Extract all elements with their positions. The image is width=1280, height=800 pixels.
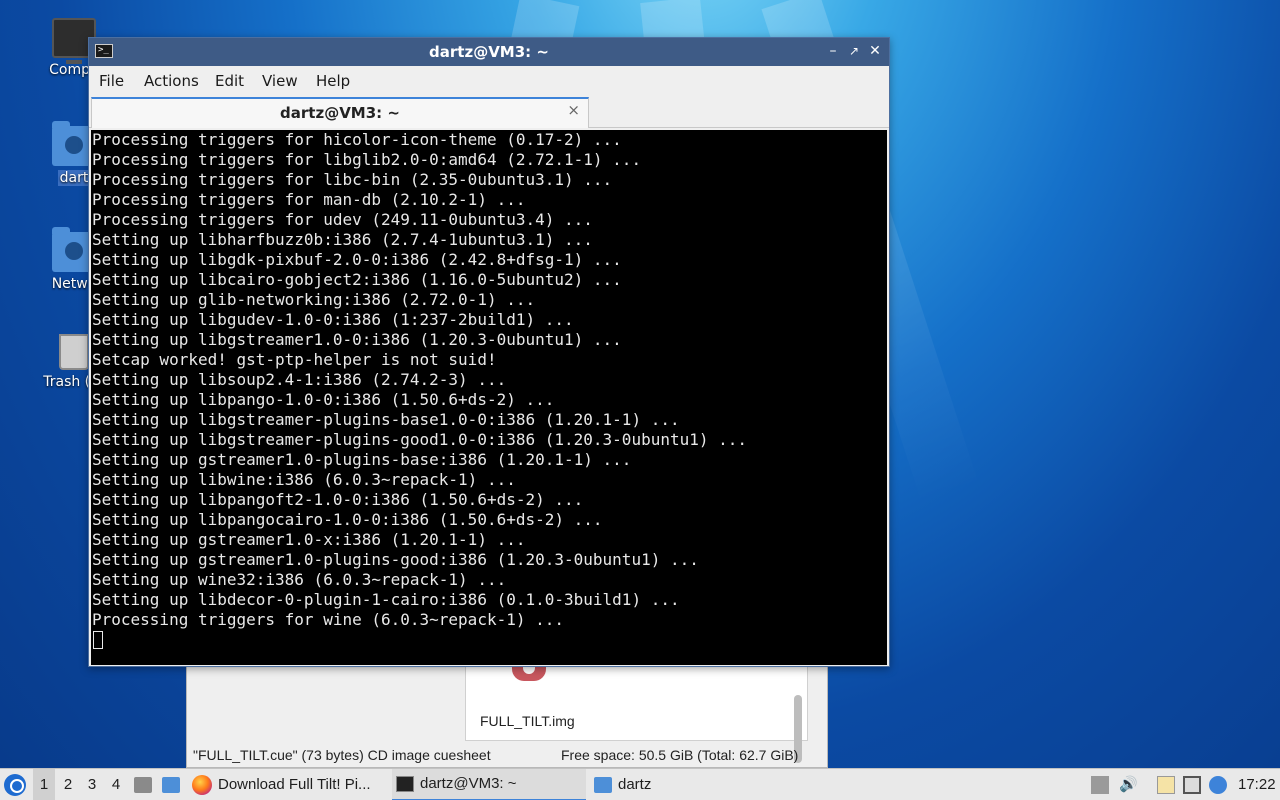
firefox-icon (192, 775, 212, 795)
trash-icon (59, 334, 89, 370)
terminal-window: >_ dartz@VM3: ~ – ↗ ✕ File Actions Edit … (88, 37, 890, 667)
file-item-label[interactable]: FULL_TILT.img (480, 713, 575, 729)
terminal-line: Setting up libdecor-0-plugin-1-cairo:i38… (92, 590, 680, 609)
network-icon[interactable] (1183, 776, 1201, 794)
terminal-line: Setting up gstreamer1.0-plugins-good:i38… (92, 550, 699, 569)
terminal-line: Processing triggers for libglib2.0-0:amd… (92, 150, 642, 169)
folder-icon (162, 777, 180, 794)
terminal-line: Processing triggers for wine (6.0.3~repa… (92, 610, 565, 629)
show-desktop-button[interactable] (134, 769, 158, 800)
terminal-cursor (93, 631, 103, 649)
terminal-output[interactable]: Processing triggers for hicolor-icon-the… (91, 130, 887, 665)
terminal-line: Setting up gstreamer1.0-x:i386 (1.20.1-1… (92, 530, 526, 549)
taskbar: 1 2 3 4 Download Full Tilt! Pi... dartz@… (0, 768, 1280, 800)
terminal-line: Setting up libgudev-1.0-0:i386 (1:237-2b… (92, 310, 574, 329)
terminal-line: Setting up libgstreamer-plugins-good1.0-… (92, 430, 748, 449)
terminal-icon (396, 776, 414, 792)
terminal-line: Setting up libgstreamer1.0-0:i386 (1.20.… (92, 330, 622, 349)
status-selection: "FULL_TILT.cue" (73 bytes) CD image cues… (193, 747, 491, 763)
terminal-line: Setting up glib-networking:i386 (2.72.0-… (92, 290, 536, 309)
tab-label: dartz@VM3: ~ (280, 104, 400, 122)
terminal-line: Setting up libharfbuzz0b:i386 (2.7.4-1ub… (92, 230, 593, 249)
tab-terminal[interactable]: dartz@VM3: ~ × (91, 97, 589, 128)
start-menu-button[interactable] (4, 774, 32, 797)
terminal-line: Processing triggers for hicolor-icon-the… (92, 130, 622, 149)
menu-actions[interactable]: Actions (144, 72, 199, 90)
show-desktop-icon (134, 777, 152, 794)
menu-bar: File Actions Edit View Help (89, 66, 889, 96)
terminal-line: Setting up libwine:i386 (6.0.3~repack-1)… (92, 470, 516, 489)
task-terminal[interactable]: dartz@VM3: ~ (392, 769, 586, 800)
disc-image-icon (512, 667, 546, 681)
task-label: Download Full Tilt! Pi... (218, 776, 371, 793)
terminal-line: Setting up wine32:i386 (6.0.3~repack-1) … (92, 570, 507, 589)
terminal-line: Processing triggers for libc-bin (2.35-0… (92, 170, 613, 189)
start-menu-icon (4, 774, 26, 797)
menu-edit[interactable]: Edit (215, 72, 244, 90)
workspace-3[interactable]: 3 (81, 769, 103, 800)
task-firefox[interactable]: Download Full Tilt! Pi... (192, 769, 386, 800)
task-files[interactable]: dartz (594, 769, 714, 800)
status-free-space: Free space: 50.5 GiB (Total: 62.7 GiB) (561, 747, 799, 763)
terminal-line: Setting up libgstreamer-plugins-base1.0-… (92, 410, 680, 429)
task-label: dartz (618, 776, 652, 793)
status-bar: "FULL_TILT.cue" (73 bytes) CD image cues… (187, 741, 827, 767)
tab-close-icon[interactable]: × (567, 101, 580, 119)
terminal-line: Setting up libpangoft2-1.0-0:i386 (1.50.… (92, 490, 584, 509)
clock[interactable]: 17:22 (1238, 769, 1276, 800)
file-manager-launcher[interactable] (162, 769, 186, 800)
terminal-line: Setcap worked! gst-ptp-helper is not sui… (92, 350, 497, 369)
folder-icon (594, 777, 612, 793)
clipboard-icon[interactable] (1157, 776, 1175, 794)
terminal-line: Setting up libcairo-gobject2:i386 (1.16.… (92, 270, 622, 289)
menu-help[interactable]: Help (316, 72, 350, 90)
tab-bar: dartz@VM3: ~ × (89, 96, 889, 128)
close-button[interactable]: ✕ (865, 41, 885, 61)
terminal-line: Setting up gstreamer1.0-plugins-base:i38… (92, 450, 632, 469)
title-bar[interactable]: >_ dartz@VM3: ~ – ↗ ✕ (89, 38, 889, 66)
workspace-2[interactable]: 2 (57, 769, 79, 800)
terminal-line: Setting up libpangocairo-1.0-0:i386 (1.5… (92, 510, 603, 529)
task-label: dartz@VM3: ~ (420, 775, 517, 792)
terminal-line: Processing triggers for man-db (2.10.2-1… (92, 190, 526, 209)
minimize-button[interactable]: – (823, 41, 843, 61)
terminal-line: Setting up libpango-1.0-0:i386 (1.50.6+d… (92, 390, 555, 409)
workspace-1[interactable]: 1 (33, 769, 55, 800)
maximize-button[interactable]: ↗ (844, 41, 864, 61)
file-view[interactable]: FULL_TILT.img (465, 666, 808, 763)
update-notifier-icon[interactable] (1209, 776, 1227, 794)
menu-view[interactable]: View (262, 72, 298, 90)
volume-icon[interactable]: 🔊 (1119, 776, 1138, 794)
menu-file[interactable]: File (99, 72, 124, 90)
tray-up-arrow-icon[interactable] (1091, 776, 1109, 794)
terminal-line: Setting up libsoup2.4-1:i386 (2.74.2-3) … (92, 370, 507, 389)
terminal-line: Processing triggers for udev (249.11-0ub… (92, 210, 593, 229)
workspace-4[interactable]: 4 (105, 769, 127, 800)
window-title: dartz@VM3: ~ (429, 43, 549, 61)
terminal-line: Setting up libgdk-pixbuf-2.0-0:i386 (2.4… (92, 250, 622, 269)
desktop-icon-label: dart (57, 170, 91, 186)
